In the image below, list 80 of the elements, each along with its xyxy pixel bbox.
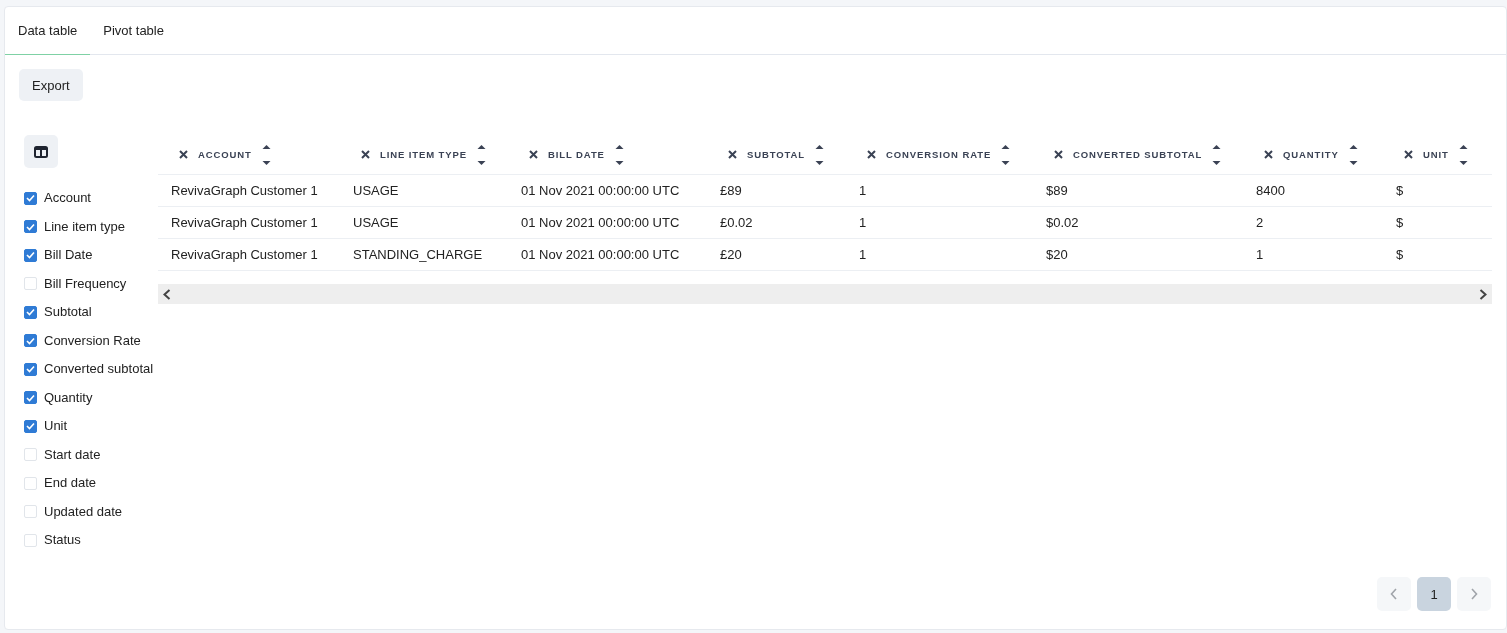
scroll-left-icon[interactable]	[163, 288, 171, 300]
columns-icon	[34, 145, 48, 158]
export-button[interactable]: Export	[19, 69, 83, 101]
checkbox[interactable]	[24, 391, 37, 405]
checkbox[interactable]	[24, 419, 37, 433]
table-cell-text: £20	[719, 246, 743, 264]
checkbox-label: Quantity	[44, 388, 94, 407]
remove-column-icon[interactable]	[867, 150, 876, 159]
checkbox-label: Bill Frequency	[44, 274, 128, 293]
checkbox-label: Status	[44, 531, 82, 550]
checkbox[interactable]	[24, 305, 37, 319]
column-header: CONVERTED SUBTOTAL	[1073, 149, 1203, 160]
sort-icon[interactable]	[261, 143, 271, 166]
column-header: BILL DATE	[548, 149, 605, 160]
table-cell-text: $	[1395, 246, 1405, 264]
sort-icon[interactable]	[1458, 143, 1468, 166]
remove-column-icon[interactable]	[1054, 150, 1063, 159]
tab[interactable]: Pivot table	[90, 7, 177, 55]
checkbox-label: Bill Date	[44, 246, 94, 265]
remove-column-icon[interactable]	[1404, 150, 1413, 159]
table-cell-text: RevivaGraph Customer 1	[170, 246, 319, 264]
column-header: LINE ITEM TYPE	[380, 149, 468, 160]
table-cell-text: 01 Nov 2021 00:00:00 UTC	[520, 246, 681, 264]
checkbox[interactable]	[24, 191, 37, 205]
table-cell-text: 1	[858, 214, 868, 232]
table-cell-text: $	[1395, 214, 1405, 232]
scroll-right-icon[interactable]	[1479, 288, 1487, 300]
sort-icon[interactable]	[815, 143, 825, 166]
table-cell-text: $89	[1045, 182, 1069, 200]
columns-toggle-button[interactable]	[24, 135, 58, 168]
checkbox[interactable]	[24, 334, 37, 348]
table-cell-text: STANDING_CHARGE	[352, 246, 484, 264]
table-cell-text: USAGE	[352, 182, 400, 200]
table-cell-text: £0.02	[719, 214, 754, 232]
remove-column-icon[interactable]	[1264, 150, 1273, 159]
remove-column-icon[interactable]	[361, 150, 370, 159]
remove-column-icon[interactable]	[529, 150, 538, 159]
sort-icon[interactable]	[1348, 143, 1358, 166]
table-cell-text: 1	[858, 246, 868, 264]
table-cell-text: $0.02	[1045, 214, 1080, 232]
column-header: ACCOUNT	[198, 149, 252, 160]
checkbox[interactable]	[24, 362, 37, 376]
checkbox-label: Converted subtotal	[44, 360, 155, 379]
table-cell-text: $20	[1045, 246, 1069, 264]
table-cell-text: RevivaGraph Customer 1	[170, 214, 319, 232]
remove-column-icon[interactable]	[179, 150, 188, 159]
checkbox[interactable]	[24, 220, 37, 234]
checkbox-label: Start date	[44, 445, 102, 464]
column-header: SUBTOTAL	[747, 149, 806, 160]
checkbox-label: Unit	[44, 417, 69, 436]
checkbox[interactable]	[24, 248, 37, 262]
sort-icon[interactable]	[477, 143, 487, 166]
table-cell-text: 01 Nov 2021 00:00:00 UTC	[520, 214, 681, 232]
table-cell-text: 8400	[1255, 182, 1286, 200]
checkbox-label: Conversion Rate	[44, 331, 142, 350]
chevron-right-icon	[1470, 588, 1478, 600]
page-button[interactable]: 1	[1417, 577, 1451, 611]
checkbox-label: Line item type	[44, 217, 126, 236]
remove-column-icon[interactable]	[728, 150, 737, 159]
checkbox-label: Updated date	[44, 502, 124, 521]
table-cell-text: 1	[858, 182, 868, 200]
horizontal-scrollbar[interactable]	[158, 284, 1492, 304]
sort-icon[interactable]	[614, 143, 624, 166]
checkbox-label: Subtotal	[44, 303, 93, 322]
checkbox-label: Account	[44, 189, 92, 208]
table-cell-text: £89	[719, 182, 743, 200]
sort-icon[interactable]	[1212, 143, 1222, 166]
table-cell-text: $	[1395, 182, 1405, 200]
table-cell-text: RevivaGraph Customer 1	[170, 182, 319, 200]
sort-icon[interactable]	[1001, 143, 1011, 166]
table-cell-text: USAGE	[352, 214, 400, 232]
table-cell-text: 01 Nov 2021 00:00:00 UTC	[520, 182, 681, 200]
checkbox-label: End date	[44, 474, 98, 493]
column-header: QUANTITY	[1283, 149, 1339, 160]
column-header: CONVERSION RATE	[886, 149, 992, 160]
column-header: UNIT	[1423, 149, 1449, 160]
table-cell-text: 1	[1255, 246, 1265, 264]
table-cell-text: 2	[1255, 214, 1265, 232]
chevron-left-icon	[1390, 588, 1398, 600]
tab[interactable]: Data table	[5, 7, 91, 55]
